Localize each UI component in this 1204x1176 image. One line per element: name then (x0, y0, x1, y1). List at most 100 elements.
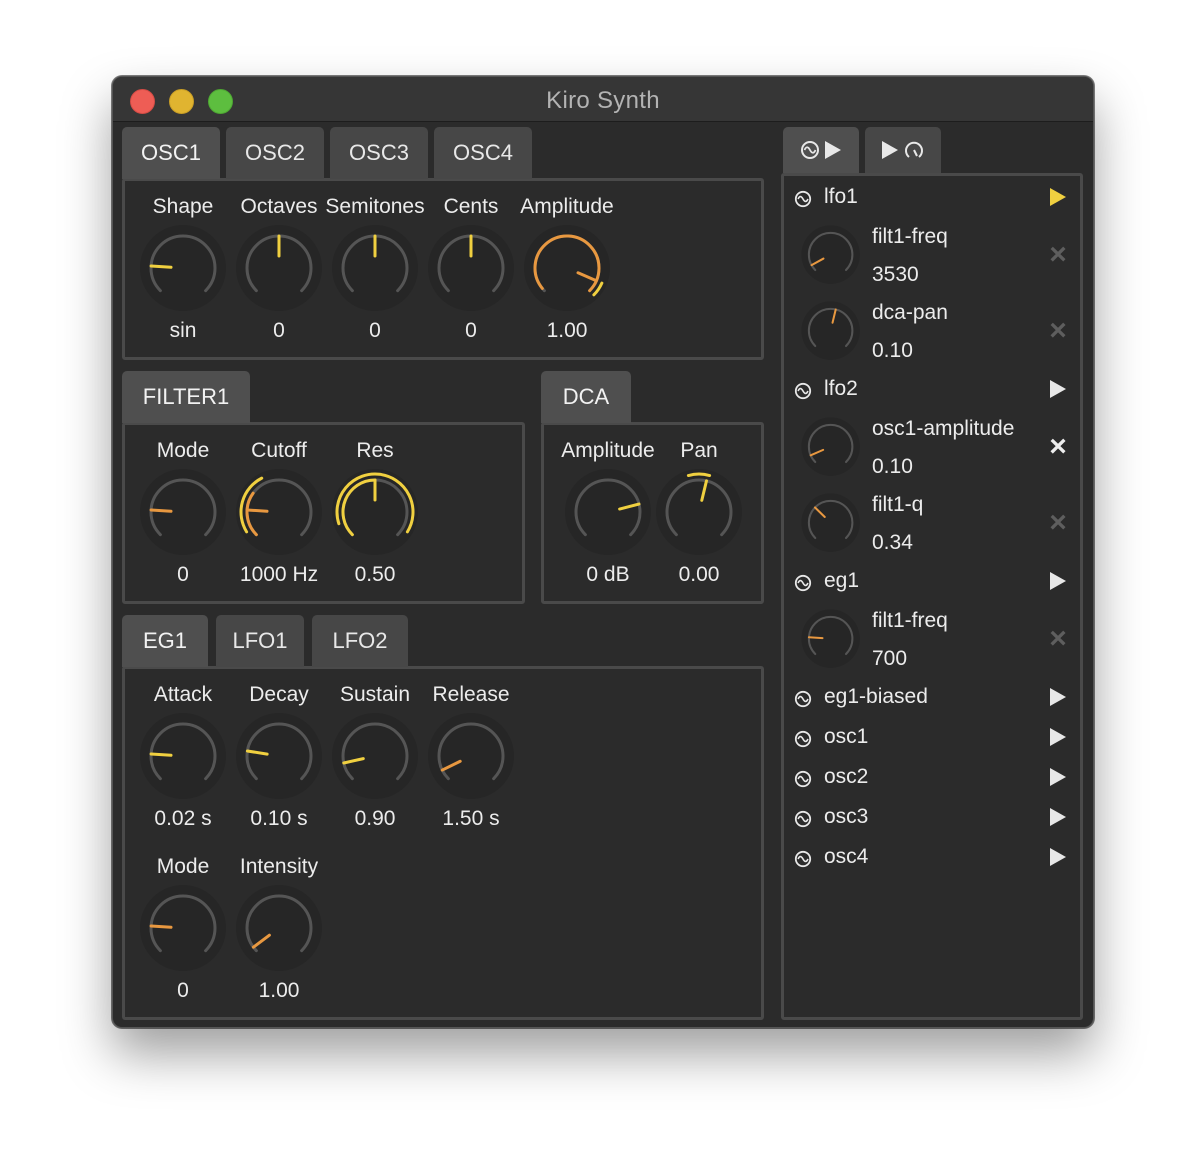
mod-target-value: 0.34 (872, 531, 913, 554)
dca-amplitude-label: Amplitude (561, 439, 655, 462)
window-title: Kiro Synth (546, 87, 660, 114)
filter-res-knob[interactable] (327, 464, 423, 560)
osc-shape-value: sin (169, 319, 197, 342)
wave-icon (794, 730, 812, 748)
tab-osc3[interactable]: OSC3 (330, 127, 428, 179)
play-icon[interactable] (1049, 379, 1067, 399)
dca-amplitude-value: 0 dB (586, 563, 630, 586)
env-decay-1-knob[interactable] (231, 708, 327, 804)
env-mode-4-knob[interactable] (135, 880, 231, 976)
env-attack-0-label: Attack (153, 683, 213, 706)
dca-pan-value: 0.00 (678, 563, 720, 586)
play-icon[interactable] (1049, 727, 1067, 747)
tab-play-target[interactable] (865, 127, 941, 173)
osc-amplitude-knob[interactable] (519, 220, 615, 316)
mod-source-label: eg1-biased (824, 685, 928, 708)
env-decay-1-label: Decay (249, 683, 309, 706)
wave-icon (801, 141, 819, 159)
mod-source-label: osc2 (824, 765, 869, 788)
mod-target-filt1-freq-knob[interactable] (798, 222, 863, 287)
play-icon[interactable] (1049, 571, 1067, 591)
env-sustain-2-label: Sustain (339, 683, 411, 706)
env-intensity-5-knob[interactable] (231, 880, 327, 976)
osc-amplitude-label: Amplitude (520, 195, 614, 218)
mod-source-label: osc4 (824, 845, 869, 868)
filter-mode-knob[interactable] (135, 464, 231, 560)
mod-target-filt1-freq-knob[interactable] (798, 606, 863, 671)
osc-cents-knob[interactable] (423, 220, 519, 316)
osc-amplitude-value: 1.00 (546, 319, 588, 342)
synth-window: Kiro Synth OSC1 OSC2 OSC3 OSC4 Shape sin Octav… (112, 76, 1094, 1028)
osc-octaves-value: 0 (273, 319, 285, 342)
env-mode-4-label: Mode (156, 855, 210, 878)
mod-target-filt1-q-knob[interactable] (798, 490, 863, 555)
tab-osc1[interactable]: OSC1 (122, 127, 220, 179)
filter-cutoff-label: Cutoff (251, 439, 307, 462)
env-sustain-2-value: 0.90 (354, 807, 396, 830)
remove-modulation-icon[interactable]: × (1047, 508, 1069, 538)
tab-osc4[interactable]: OSC4 (434, 127, 532, 179)
tab-dca[interactable]: DCA (541, 371, 631, 423)
mod-target-value: 700 (872, 647, 908, 670)
filter-res-value: 0.50 (354, 563, 396, 586)
dca-amplitude-knob[interactable] (560, 464, 656, 560)
wave-icon (794, 850, 812, 868)
osc-semitones-value: 0 (369, 319, 381, 342)
remove-modulation-icon[interactable]: × (1047, 432, 1069, 462)
filter-res-label: Res (356, 439, 394, 462)
filter-mode-value: 0 (177, 563, 189, 586)
mod-target-osc1-amplitude-knob[interactable] (798, 414, 863, 479)
filter-mode-label: Mode (156, 439, 210, 462)
tab-osc2[interactable]: OSC2 (226, 127, 324, 179)
env-attack-0-value: 0.02 s (154, 807, 212, 830)
env-intensity-5-value: 1.00 (258, 979, 300, 1002)
mod-source-label: osc1 (824, 725, 869, 748)
mod-target-value: 3530 (872, 263, 919, 286)
mod-target-value: 0.10 (872, 455, 913, 478)
play-icon[interactable] (1049, 187, 1067, 207)
tab-lfo2[interactable]: LFO2 (312, 615, 408, 667)
play-icon[interactable] (1049, 847, 1067, 867)
tab-lfo1[interactable]: LFO1 (216, 615, 304, 667)
wave-icon (794, 574, 812, 592)
mod-target-name: dca-pan (872, 301, 948, 324)
osc-semitones-knob[interactable] (327, 220, 423, 316)
remove-modulation-icon[interactable]: × (1047, 240, 1069, 270)
mod-target-value: 0.10 (872, 339, 913, 362)
env-decay-1-value: 0.10 s (250, 807, 308, 830)
osc-octaves-knob[interactable] (231, 220, 327, 316)
osc-shape-knob[interactable] (135, 220, 231, 316)
remove-modulation-icon[interactable]: × (1047, 624, 1069, 654)
mod-target-name: filt1-freq (872, 225, 948, 248)
dca-pan-label: Pan (680, 439, 718, 462)
env-intensity-5-label: Intensity (239, 855, 319, 878)
play-icon[interactable] (1049, 767, 1067, 787)
play-icon[interactable] (1049, 807, 1067, 827)
mod-source-label: lfo1 (824, 185, 858, 208)
play-icon[interactable] (1049, 687, 1067, 707)
tab-filter1[interactable]: FILTER1 (122, 371, 250, 423)
env-release-3-knob[interactable] (423, 708, 519, 804)
env-release-3-label: Release (432, 683, 510, 706)
wave-icon (794, 770, 812, 788)
osc-cents-value: 0 (465, 319, 477, 342)
osc-semitones-label: Semitones (325, 195, 425, 218)
env-sustain-2-knob[interactable] (327, 708, 423, 804)
filter-cutoff-knob[interactable] (231, 464, 327, 560)
remove-modulation-icon[interactable]: × (1047, 316, 1069, 346)
env-mode-4-value: 0 (177, 979, 189, 1002)
osc-cents-label: Cents (443, 195, 499, 218)
tab-eg1[interactable]: EG1 (122, 615, 208, 667)
dca-pan-knob[interactable] (651, 464, 747, 560)
filter-cutoff-value: 1000 Hz (239, 563, 319, 586)
wave-icon (794, 810, 812, 828)
mod-target-name: filt1-freq (872, 609, 948, 632)
mod-target-dca-pan-knob[interactable] (798, 298, 863, 363)
play-icon (825, 141, 841, 159)
tab-source-play[interactable] (783, 127, 859, 173)
env-attack-0-knob[interactable] (135, 708, 231, 804)
wave-icon (794, 382, 812, 400)
mod-target-name: filt1-q (872, 493, 924, 516)
play-icon (882, 141, 898, 159)
osc-octaves-label: Octaves (240, 195, 318, 218)
